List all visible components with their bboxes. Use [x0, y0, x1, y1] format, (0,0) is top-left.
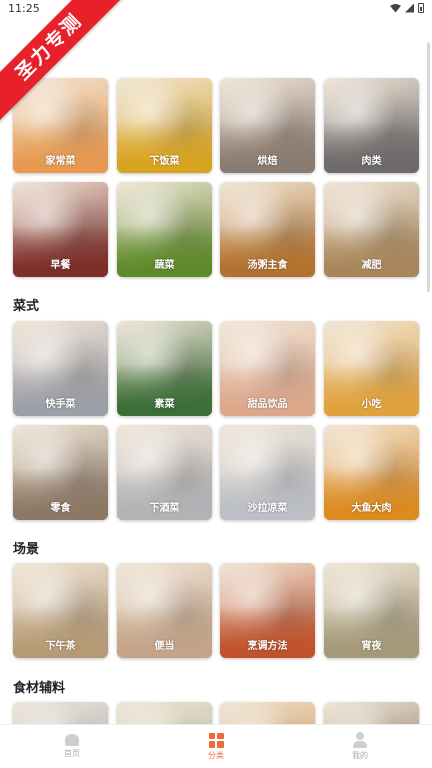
category-label: 下午茶 [45, 641, 76, 652]
tab-category-label: 分类 [208, 750, 224, 760]
category-label: 汤粥主食 [247, 260, 288, 271]
category-tile[interactable] [13, 702, 108, 724]
category-tile[interactable] [117, 702, 212, 724]
tab-mine[interactable]: 我的 [288, 725, 432, 768]
category-label: 甜品饮品 [247, 399, 288, 410]
category-tile[interactable]: 大鱼大肉 [324, 425, 419, 520]
category-label: 蔬菜 [154, 260, 175, 271]
section-title-3: 食材辅料 [13, 681, 66, 696]
category-label: 便当 [154, 641, 175, 652]
category-tile[interactable]: 便当 [117, 563, 212, 658]
category-tile[interactable]: 烹调方法 [220, 563, 315, 658]
category-tile[interactable]: 蔬菜 [117, 182, 212, 277]
category-label: 素菜 [154, 399, 175, 410]
category-label: 宵夜 [361, 641, 382, 652]
tab-mine-label: 我的 [352, 751, 368, 760]
tab-home[interactable]: 首页 [0, 725, 144, 768]
wifi-icon [390, 3, 401, 13]
category-tile[interactable]: 减肥 [324, 182, 419, 277]
category-tile[interactable]: 汤粥主食 [220, 182, 315, 277]
tab-category[interactable]: 分类 [144, 725, 288, 768]
section-title-1: 菜式 [13, 299, 40, 314]
category-label: 肉类 [361, 156, 382, 167]
category-photo [117, 702, 212, 724]
category-label: 小吃 [361, 399, 382, 410]
category-tile[interactable]: 肉类 [324, 78, 419, 173]
signal-icon [405, 3, 414, 13]
status-icons [390, 3, 424, 13]
category-tile[interactable]: 早餐 [13, 182, 108, 277]
category-label: 大鱼大肉 [351, 503, 392, 514]
category-label: 早餐 [50, 260, 71, 271]
category-label: 减肥 [361, 260, 382, 271]
status-time: 11:25 [8, 2, 40, 15]
category-tile[interactable]: 下酒菜 [117, 425, 212, 520]
user-icon [352, 732, 368, 748]
category-label: 零食 [50, 503, 71, 514]
category-photo [324, 702, 419, 724]
section-title-2: 场景 [13, 542, 40, 557]
grid-icon [208, 732, 224, 748]
category-list[interactable]: 菜式 场景 食材辅料 家常菜 下饭菜 烘焙 肉类早餐 蔬菜 汤粥主食 减肥快手菜 素菜 甜品饮品… [0, 18, 432, 724]
scrollbar[interactable] [427, 42, 430, 292]
category-label: 沙拉凉菜 [247, 503, 288, 514]
category-label: 下饭菜 [149, 156, 180, 167]
battery-icon [418, 3, 424, 13]
tab-home-label: 首页 [64, 749, 80, 758]
category-photo [220, 702, 315, 724]
category-tile[interactable] [220, 702, 315, 724]
home-icon [65, 734, 79, 746]
category-label: 烹调方法 [247, 641, 288, 652]
category-tile[interactable]: 快手菜 [13, 321, 108, 416]
category-photo [13, 702, 108, 724]
bottom-tab-bar: 首页 分类 我的 [0, 724, 432, 768]
category-tile[interactable]: 下饭菜 [117, 78, 212, 173]
category-tile[interactable]: 宵夜 [324, 563, 419, 658]
category-tile[interactable]: 零食 [13, 425, 108, 520]
category-label: 下酒菜 [149, 503, 180, 514]
category-label: 烘焙 [257, 156, 278, 167]
category-tile[interactable]: 烘焙 [220, 78, 315, 173]
category-tile[interactable]: 沙拉凉菜 [220, 425, 315, 520]
category-tile[interactable]: 素菜 [117, 321, 212, 416]
category-label: 家常菜 [45, 156, 76, 167]
category-tile[interactable]: 小吃 [324, 321, 419, 416]
category-tile[interactable]: 甜品饮品 [220, 321, 315, 416]
category-tile[interactable]: 下午茶 [13, 563, 108, 658]
category-tile[interactable] [324, 702, 419, 724]
category-label: 快手菜 [45, 399, 76, 410]
